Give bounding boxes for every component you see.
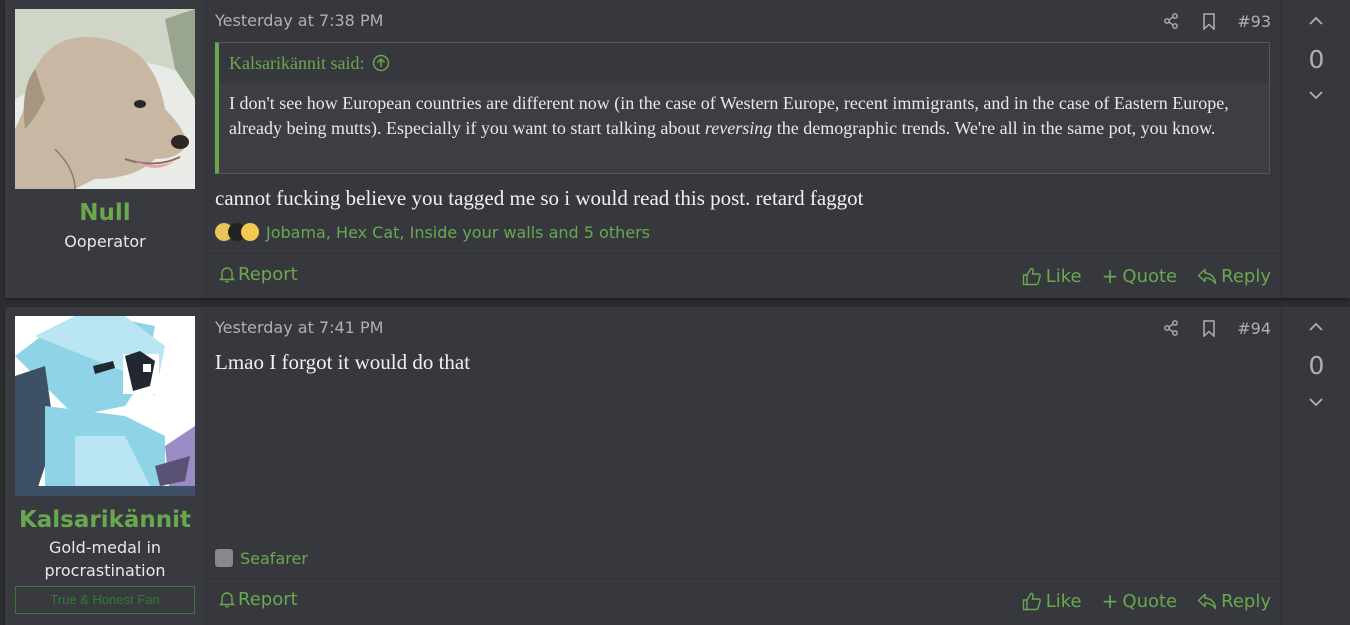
like-button[interactable]: Like (1022, 589, 1082, 613)
thinking-reaction-icon (241, 223, 259, 241)
report-button[interactable]: Report (219, 589, 298, 610)
chevron-up-icon[interactable] (1306, 320, 1326, 334)
vote-score: 0 (1308, 351, 1325, 380)
chevron-down-icon[interactable] (1306, 395, 1326, 409)
post-date[interactable]: Yesterday at 7:38 PM (215, 11, 383, 30)
bell-icon (219, 592, 235, 608)
reply-button[interactable]: Reply (1197, 589, 1271, 613)
bookmark-icon[interactable] (1199, 318, 1219, 338)
plus-icon: + (1101, 589, 1119, 613)
user-title-line-2: procrastination (44, 561, 166, 580)
post-date[interactable]: Yesterday at 7:41 PM (215, 318, 383, 337)
user-title-line-1: Gold-medal in (48, 538, 162, 557)
share-icon[interactable] (1161, 318, 1181, 338)
post-main: Yesterday at 7:38 PM #93 Kalsarikännit s… (205, 0, 1281, 298)
post-actions: Like + Quote Reply (1022, 264, 1271, 288)
vote-score: 0 (1308, 45, 1325, 74)
reaction-icons (215, 223, 259, 241)
post-header-actions: #93 (1161, 10, 1271, 32)
post-94: Kalsarikännit Gold-medal in procrastinat… (5, 307, 1350, 625)
reactions-bar[interactable]: Seafarer (215, 545, 308, 571)
plus-icon: + (1101, 264, 1119, 288)
quote-header[interactable]: Kalsarikännit said: (219, 43, 1269, 83)
seafarer-reaction-icon (215, 549, 233, 567)
post-number[interactable]: #93 (1237, 12, 1271, 31)
reactions-list[interactable]: Seafarer (240, 549, 308, 568)
thumbs-up-icon (1022, 592, 1041, 610)
quote-button[interactable]: + Quote (1102, 264, 1178, 288)
post-main: Yesterday at 7:41 PM #94 Lmao I forgot i… (205, 307, 1281, 625)
report-button[interactable]: Report (219, 264, 298, 285)
reply-button[interactable]: Reply (1197, 264, 1271, 288)
user-title: Ooperator (64, 232, 146, 251)
reply-icon (1197, 268, 1217, 284)
bell-icon (219, 267, 235, 283)
quote-author[interactable]: Kalsarikännit said: (229, 43, 364, 83)
avatar[interactable] (15, 316, 195, 496)
user-banner: True & Honest Fan (15, 586, 195, 614)
reactions-list[interactable]: Jobama, Hex Cat, Inside your walls and 5… (266, 223, 650, 242)
thumbs-up-icon (1022, 267, 1041, 285)
username[interactable]: Kalsarikännit (5, 507, 205, 533)
bookmark-icon[interactable] (1199, 11, 1219, 31)
post-footer: Report Like + Quote Reply (205, 578, 1281, 623)
vote-column: 0 (1281, 0, 1350, 298)
avatar[interactable] (15, 9, 195, 189)
user-info: Null Ooperator (5, 0, 205, 298)
reaction-icons (215, 549, 233, 567)
quote-text: I don't see how European countries are d… (229, 93, 1229, 138)
post-actions: Like + Quote Reply (1022, 589, 1271, 613)
share-icon[interactable] (1161, 11, 1181, 31)
username[interactable]: Null (5, 200, 205, 226)
post-header-actions: #94 (1161, 317, 1271, 339)
user-info: Kalsarikännit Gold-medal in procrastinat… (5, 307, 205, 625)
post-93: Null Ooperator Yesterday at 7:38 PM #93 … (5, 0, 1350, 298)
chevron-up-icon[interactable] (1306, 14, 1326, 28)
arrow-up-circle-icon[interactable] (372, 54, 390, 72)
like-button[interactable]: Like (1022, 264, 1082, 288)
quote-button[interactable]: + Quote (1102, 589, 1178, 613)
post-number[interactable]: #94 (1237, 319, 1271, 338)
reactions-bar[interactable]: Jobama, Hex Cat, Inside your walls and 5… (215, 219, 650, 245)
vote-column: 0 (1281, 307, 1350, 625)
chevron-down-icon[interactable] (1306, 88, 1326, 102)
quote-block: Kalsarikännit said: I don't see how Euro… (215, 42, 1270, 174)
post-message: Lmao I forgot it would do that (215, 350, 471, 374)
post-footer: Report Like + Quote Reply (205, 253, 1281, 298)
post-message: cannot fucking believe you tagged me so … (215, 186, 864, 210)
reply-icon (1197, 593, 1217, 609)
